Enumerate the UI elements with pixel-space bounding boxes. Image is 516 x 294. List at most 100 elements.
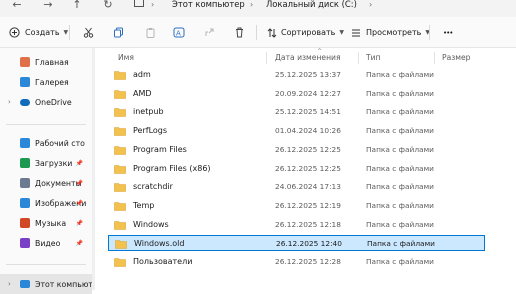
column-header-name[interactable]: Имя	[118, 53, 134, 62]
view-label: Просмотреть	[366, 28, 422, 37]
video-icon	[20, 238, 30, 248]
file-type: Папка с файлами	[366, 182, 434, 192]
sidebar-item-documents[interactable]: Документы 📌	[0, 173, 92, 193]
view-button[interactable]: Просмотреть ▼	[351, 17, 430, 48]
sidebar-item-downloads[interactable]: Загрузки 📌	[0, 153, 92, 173]
folder-icon	[114, 127, 126, 136]
this-pc-small-icon	[134, 0, 144, 7]
navigation-pane: Главная Галерея › OneDrive Рабочий сто З…	[0, 48, 92, 294]
delete-icon[interactable]	[234, 17, 245, 48]
pin-icon[interactable]: 📌	[76, 200, 83, 207]
column-header-size[interactable]: Размер	[442, 53, 471, 62]
this-pc-icon	[20, 280, 30, 288]
sidebar-item-gallery[interactable]: Галерея	[0, 72, 92, 92]
file-name: Windows.old	[134, 239, 185, 249]
back-button[interactable]: ←	[10, 0, 24, 12]
sort-label: Сортировать	[281, 28, 336, 37]
more-options-button[interactable]: •••	[443, 17, 453, 48]
cut-icon[interactable]	[83, 17, 94, 48]
pin-icon[interactable]: 📌	[76, 220, 83, 227]
chevron-right-icon[interactable]: ›	[8, 280, 11, 288]
file-date: 26.12.2025 12:25	[275, 163, 341, 173]
table-row[interactable]: Windows 26.12.2025 12:18 Папка с файлами	[108, 217, 485, 233]
breadcrumb-local-disk[interactable]: Локальный диск (C:)	[266, 0, 357, 9]
create-label: Создать	[25, 28, 60, 37]
sidebar-item-video[interactable]: Видео 📌	[0, 233, 92, 253]
file-list: ^ Имя Дата изменения Тип Размер adm 25.12…	[98, 48, 516, 290]
folder-icon	[114, 71, 126, 80]
file-date: 26.12.2025 12:40	[276, 239, 342, 249]
view-icon	[351, 28, 361, 38]
table-row[interactable]: Пользователи 26.12.2025 12:28 Папка с файл…	[108, 254, 485, 270]
file-date: 20.09.2024 12:27	[275, 88, 341, 98]
table-row[interactable]: PerfLogs 01.04.2024 10:26 Папка с файлами	[108, 123, 485, 139]
rename-icon[interactable]: A	[173, 17, 185, 48]
sidebar-item-label: Рабочий сто	[35, 138, 85, 148]
svg-text:A: A	[176, 30, 181, 38]
sidebar-item-music[interactable]: Музыка 📌	[0, 213, 92, 233]
file-name: Temp	[133, 200, 155, 210]
copy-icon[interactable]	[113, 17, 124, 48]
file-date: 01.04.2024 10:26	[275, 126, 341, 136]
file-type: Папка с файлами	[366, 219, 434, 229]
forward-button[interactable]: →	[41, 0, 55, 12]
column-header-date[interactable]: Дата изменения	[275, 53, 341, 62]
file-name: Program Files	[133, 144, 187, 154]
file-name: Program Files (x86)	[133, 163, 211, 173]
sidebar-item-desktop[interactable]: Рабочий сто	[0, 133, 92, 153]
sidebar-item-label: Главная	[35, 57, 69, 67]
table-row[interactable]: AMD 20.09.2024 12:27 Папка с файлами	[108, 86, 485, 102]
file-name: PerfLogs	[133, 126, 168, 136]
sidebar-item-label: Галерея	[35, 77, 69, 87]
breadcrumb-this-pc[interactable]: Этот компьютер	[172, 0, 245, 9]
sidebar-item-pictures[interactable]: Изображени 📌	[0, 193, 92, 213]
music-icon	[20, 218, 30, 228]
sidebar-item-this-pc[interactable]: › Этот компьюте	[0, 274, 92, 294]
share-icon	[204, 17, 215, 48]
table-row[interactable]: inetpub 25.12.2025 14:51 Папка с файлами	[108, 104, 485, 120]
download-icon	[20, 158, 30, 168]
chevron-down-icon: ▼	[339, 29, 345, 36]
pin-icon[interactable]: 📌	[76, 160, 83, 167]
file-name: AMD	[133, 88, 152, 98]
sort-button[interactable]: Сортировать ▼	[267, 17, 344, 48]
up-button[interactable]: ↑	[70, 0, 84, 12]
sidebar-scrollbar[interactable]	[92, 48, 95, 290]
file-date: 24.06.2024 17:13	[275, 182, 341, 192]
table-row[interactable]: Windows.old 26.12.2025 12:40 Папка с файла…	[108, 235, 485, 252]
file-date: 26.12.2025 12:28	[275, 257, 341, 266]
file-type: Папка с файлами	[366, 70, 434, 79]
create-button[interactable]: Создать ▼	[9, 17, 68, 48]
sidebar-item-label: Видео	[35, 238, 61, 248]
chevron-right-icon[interactable]: ›	[8, 98, 11, 106]
breadcrumb-chevron-icon[interactable]: ›	[369, 0, 372, 9]
desktop-icon	[20, 138, 30, 148]
chevron-down-icon: ▼	[63, 29, 69, 36]
file-date: 25.12.2025 14:51	[275, 107, 341, 117]
folder-icon	[114, 202, 126, 211]
table-row[interactable]: Program Files 26.12.2025 12:25 Папка с фай…	[108, 142, 485, 158]
table-row[interactable]: scratchdir 24.06.2024 17:13 Папка с файлам…	[108, 179, 485, 195]
home-icon	[20, 57, 30, 67]
file-name: adm	[133, 70, 151, 79]
documents-icon	[20, 178, 30, 188]
table-row[interactable]: Program Files (x86) 26.12.2025 12:25 Папка…	[108, 161, 485, 177]
column-header-type[interactable]: Тип	[366, 53, 381, 62]
cloud-icon	[20, 98, 30, 106]
sidebar-item-label: Музыка	[35, 218, 67, 228]
table-row[interactable]: Temp 26.12.2025 12:19 Папка с файлами	[108, 198, 485, 214]
file-type: Папка с файлами	[367, 239, 435, 249]
sidebar-item-onedrive[interactable]: › OneDrive	[0, 92, 92, 112]
pin-icon[interactable]: 📌	[76, 180, 83, 187]
folder-icon	[114, 164, 126, 174]
breadcrumb-separator: ›	[250, 0, 254, 9]
folder-icon	[114, 220, 126, 230]
refresh-button[interactable]: ↻	[101, 0, 115, 12]
breadcrumb-separator: ›	[151, 0, 155, 9]
pin-icon[interactable]: 📌	[76, 240, 83, 247]
table-row[interactable]: adm 25.12.2025 13:37 Папка с файлами	[108, 67, 485, 83]
file-type: Папка с файлами	[366, 126, 434, 136]
file-type: Папка с файлами	[366, 144, 434, 154]
file-date: 26.12.2025 12:19	[275, 200, 341, 210]
sidebar-item-home[interactable]: Главная	[0, 52, 92, 72]
